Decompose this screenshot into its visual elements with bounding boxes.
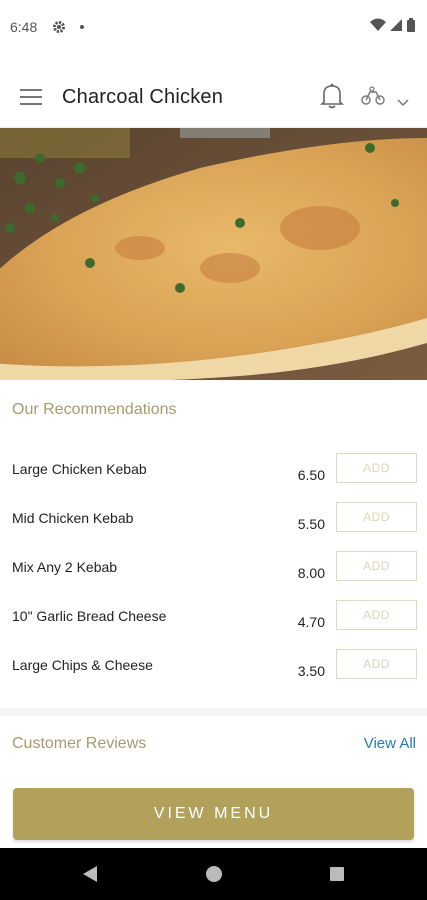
menu-item-row: 10" Garlic Bread Cheese 4.70 ADD (0, 600, 427, 648)
menu-item-price: 8.00 (297, 565, 325, 581)
menu-item-row: Large Chips & Cheese 3.50 ADD (0, 649, 427, 697)
wifi-icon (370, 18, 386, 31)
cell-signal-icon (390, 19, 402, 31)
add-button[interactable]: ADD (336, 551, 417, 581)
hamburger-menu-icon[interactable] (20, 89, 42, 105)
add-button[interactable]: ADD (336, 649, 417, 679)
menu-item-name: 10" Garlic Bread Cheese (12, 608, 167, 624)
customer-reviews-heading: Customer Reviews (12, 735, 147, 752)
section-divider (0, 708, 427, 716)
delivery-scooter-icon[interactable] (360, 86, 386, 110)
menu-item-row: Mid Chicken Kebab 5.50 ADD (0, 502, 427, 550)
menu-item-row: Mix Any 2 Kebab 8.00 ADD (0, 551, 427, 599)
menu-item-row: Large Chicken Kebab 6.50 ADD (0, 453, 427, 501)
system-nav-bar (0, 848, 427, 900)
menu-item-name: Mix Any 2 Kebab (12, 559, 118, 575)
menu-item-price: 4.70 (297, 614, 325, 630)
menu-item-name: Large Chicken Kebab (12, 461, 147, 477)
view-menu-button[interactable]: VIEW MENU (13, 788, 414, 840)
menu-item-price: 3.50 (297, 663, 325, 679)
menu-item-name: Large Chips & Cheese (12, 657, 153, 673)
menu-item-price: 5.50 (297, 516, 325, 532)
app-bar: Charcoal Chicken (0, 56, 427, 128)
add-button[interactable]: ADD (336, 502, 417, 532)
status-icons (370, 18, 415, 32)
recommendations-heading: Our Recommendations (12, 401, 177, 418)
settings-gear-icon (52, 19, 66, 38)
menu-item-name: Mid Chicken Kebab (12, 510, 134, 526)
add-button[interactable]: ADD (336, 453, 417, 483)
battery-icon (407, 18, 415, 32)
home-icon[interactable] (206, 866, 222, 882)
status-bar: 6:48 (0, 0, 427, 56)
page-title: Charcoal Chicken (62, 86, 224, 108)
status-time: 6:48 (10, 19, 38, 35)
bell-icon[interactable] (320, 82, 344, 114)
notification-dot-icon (80, 25, 84, 29)
recent-apps-icon[interactable] (330, 867, 344, 881)
menu-item-price: 6.50 (297, 467, 325, 483)
hero-food-image (0, 128, 427, 380)
back-icon[interactable] (82, 865, 98, 887)
view-all-link[interactable]: View All (364, 735, 416, 752)
add-button[interactable]: ADD (336, 600, 417, 630)
chevron-down-icon[interactable] (397, 92, 409, 111)
